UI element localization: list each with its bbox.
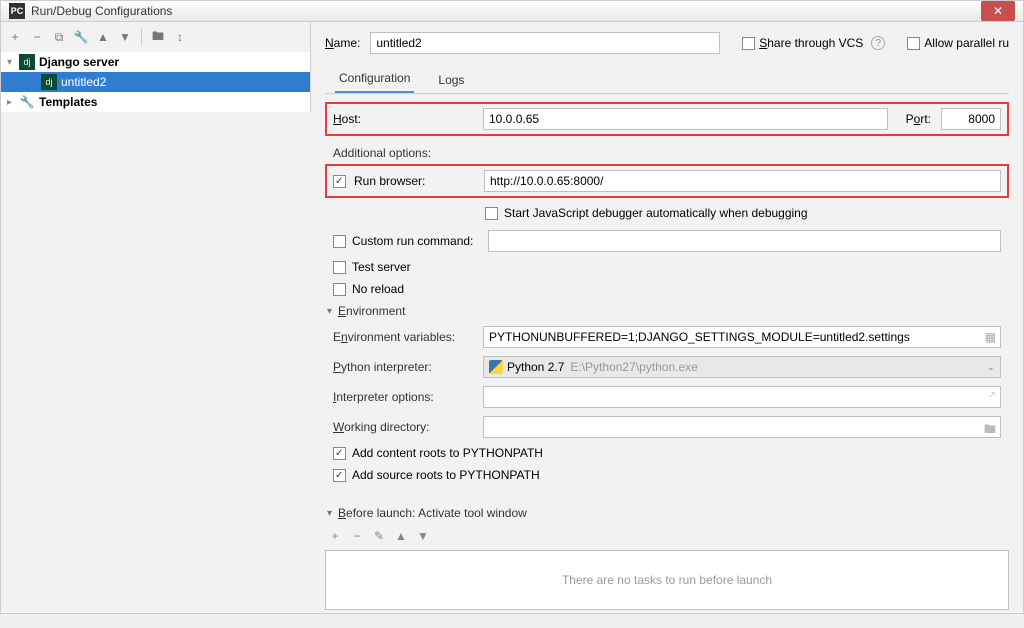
add-content-roots-label: Add content roots to PYTHONPATH: [352, 446, 543, 460]
left-toolbar: + − ⧉ 🔧 ▲ ▼ 🖿 ↕: [1, 22, 311, 52]
add-config-button[interactable]: +: [7, 29, 23, 45]
env-vars-input[interactable]: PYTHONUNBUFFERED=1;DJANGO_SETTINGS_MODUL…: [483, 326, 1001, 348]
working-dir-label: Working directory:: [333, 420, 473, 434]
app-icon: PC: [9, 3, 25, 19]
chevron-down-icon[interactable]: ▾: [327, 508, 332, 519]
additional-options-label: Additional options:: [333, 146, 473, 160]
tree-item-untitled2[interactable]: dj untitled2: [1, 72, 310, 92]
django-icon: dj: [19, 54, 35, 70]
chevron-down-icon: ▾: [7, 57, 19, 68]
interpreter-label: Python interpreter:: [333, 360, 473, 374]
run-browser-label: Run browser:: [354, 174, 476, 188]
bl-up-button[interactable]: ▲: [393, 528, 409, 544]
parallel-checkbox[interactable]: [907, 37, 920, 50]
copy-config-button[interactable]: ⧉: [51, 29, 67, 45]
host-port-highlight: Host: Port:: [325, 102, 1009, 136]
run-browser-highlight: Run browser:: [325, 164, 1009, 198]
run-browser-input[interactable]: [484, 170, 1001, 192]
window-title: Run/Debug Configurations: [31, 4, 172, 18]
add-content-roots-checkbox[interactable]: [333, 447, 346, 460]
custom-command-checkbox[interactable]: [333, 235, 346, 248]
name-label: Name:: [325, 36, 360, 50]
add-source-roots-checkbox[interactable]: [333, 469, 346, 482]
js-debugger-checkbox[interactable]: [485, 207, 498, 220]
help-icon[interactable]: ?: [871, 36, 885, 50]
folder-icon[interactable]: 🖿: [984, 420, 996, 441]
tree-group-label: Templates: [39, 95, 97, 109]
tree-item-label: untitled2: [61, 75, 106, 89]
config-tree[interactable]: ▾ dj Django server dj untitled2 ▸ 🔧 Temp…: [1, 52, 311, 112]
share-label: Share through VCS: [759, 36, 863, 50]
down-button[interactable]: ▼: [117, 29, 133, 45]
wrench-button[interactable]: 🔧: [73, 29, 89, 45]
bl-add-button[interactable]: +: [327, 528, 343, 544]
interpreter-select[interactable]: Python 2.7 E:\Python27\python.exe ⌄: [483, 356, 1001, 378]
tree-group-django[interactable]: ▾ dj Django server: [1, 52, 310, 72]
tree-group-templates[interactable]: ▸ 🔧 Templates: [1, 92, 310, 112]
environment-header: Environment: [338, 304, 405, 318]
close-button[interactable]: ✕: [981, 1, 1015, 21]
port-label: Port:: [906, 112, 931, 126]
up-button[interactable]: ▲: [95, 29, 111, 45]
dropdown-arrow-icon: ⌄: [987, 362, 995, 373]
share-checkbox[interactable]: [742, 37, 755, 50]
port-input[interactable]: [941, 108, 1001, 130]
remove-config-button[interactable]: −: [29, 29, 45, 45]
env-vars-label: Environment variables:: [333, 330, 473, 344]
bl-edit-button[interactable]: ✎: [371, 528, 387, 544]
python-icon: [489, 360, 503, 374]
run-browser-checkbox[interactable]: [333, 175, 346, 188]
test-server-label: Test server: [352, 260, 411, 274]
wrench-icon: 🔧: [19, 94, 35, 110]
before-launch-tasks: There are no tasks to run before launch: [325, 550, 1009, 610]
expand-icon[interactable]: ↗: [988, 390, 996, 401]
titlebar: PC Run/Debug Configurations ✕: [1, 1, 1023, 22]
js-debugger-label: Start JavaScript debugger automatically …: [504, 206, 808, 220]
interpreter-options-label: Interpreter options:: [333, 390, 473, 404]
name-input[interactable]: [370, 32, 720, 54]
host-input[interactable]: [483, 108, 888, 130]
tree-group-label: Django server: [39, 55, 119, 69]
sort-button[interactable]: ↕: [172, 29, 188, 45]
custom-command-input[interactable]: [488, 230, 1001, 252]
chevron-right-icon: ▸: [7, 97, 19, 108]
tab-logs[interactable]: Logs: [434, 67, 468, 93]
custom-command-label: Custom run command:: [352, 234, 482, 248]
bl-remove-button[interactable]: −: [349, 528, 365, 544]
no-reload-checkbox[interactable]: [333, 283, 346, 296]
env-vars-browse-icon[interactable]: ▦: [985, 330, 996, 344]
working-dir-input[interactable]: 🖿: [483, 416, 1001, 438]
host-label: Host:: [333, 112, 473, 126]
test-server-checkbox[interactable]: [333, 261, 346, 274]
parallel-label: Allow parallel ru: [924, 36, 1009, 50]
bl-down-button[interactable]: ▼: [415, 528, 431, 544]
no-reload-label: No reload: [352, 282, 404, 296]
add-source-roots-label: Add source roots to PYTHONPATH: [352, 468, 540, 482]
before-launch-header: Before launch: Activate tool window: [338, 506, 527, 520]
chevron-down-icon[interactable]: ▾: [327, 306, 332, 317]
tab-configuration[interactable]: Configuration: [335, 65, 414, 93]
interpreter-options-input[interactable]: ↗: [483, 386, 1001, 408]
django-icon: dj: [41, 74, 57, 90]
folder-button[interactable]: 🖿: [150, 29, 166, 45]
